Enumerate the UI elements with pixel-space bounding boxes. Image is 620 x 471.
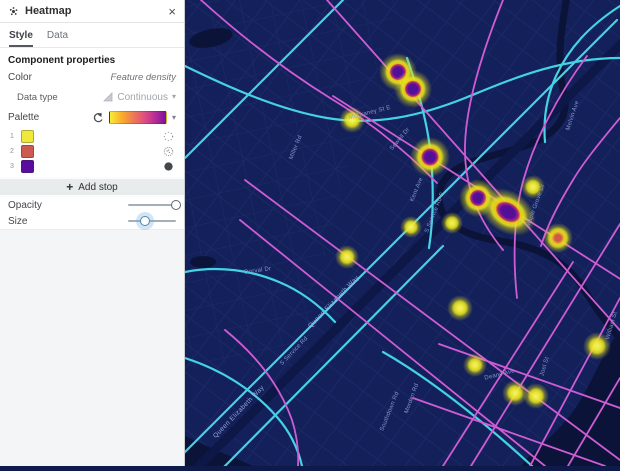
data-type-value: Continuous [117, 91, 168, 103]
close-icon[interactable]: × [168, 5, 176, 18]
heat-point-yellow [463, 353, 487, 377]
size-slider[interactable] [128, 214, 176, 228]
palette-label: Palette [8, 112, 40, 123]
panel-empty-area [0, 229, 184, 466]
plus-icon: + [66, 180, 74, 194]
heatmap-panel: Heatmap × Style Data Component propertie… [0, 0, 185, 466]
heat-point-yellow [335, 245, 359, 269]
stop-index: 2 [10, 148, 14, 155]
palette-stop-row: 3 [0, 159, 184, 174]
opacity-label: Opacity [8, 199, 42, 211]
opacity-row: Opacity [0, 197, 184, 213]
stop-color-swatch[interactable] [21, 130, 34, 143]
color-value[interactable]: Feature density [111, 72, 176, 83]
map-canvas[interactable]: McCraney St E Miller Rd Sewell Dr Kent Ave S… [0, 0, 620, 471]
map-svg: McCraney St EMiller Rd Sewell DrKent AveS… [0, 0, 620, 471]
reverse-palette-icon[interactable] [92, 112, 104, 124]
continuous-icon [103, 92, 113, 102]
opacity-slider-track[interactable] [128, 204, 176, 206]
add-stop-label: Add stop [78, 181, 118, 193]
section-title: Component properties [0, 48, 184, 69]
palette-chevron-down-icon[interactable]: ▾ [172, 113, 176, 122]
heat-point-yellow [400, 216, 422, 238]
panel-header: Heatmap × [0, 0, 184, 23]
palette-stop-list: 1 2 3 [0, 127, 184, 177]
data-type-select[interactable]: Continuous ▾ [103, 92, 176, 103]
size-row: Size [0, 213, 184, 229]
heat-point-purple [394, 70, 432, 108]
tab-data[interactable]: Data [47, 30, 68, 47]
pond [190, 256, 216, 268]
stop-density-icon[interactable] [163, 131, 174, 142]
chevron-down-icon: ▾ [171, 92, 176, 101]
heat-point-purple [410, 137, 450, 177]
tab-style[interactable]: Style [9, 30, 33, 47]
palette-stop-row: 1 [0, 129, 184, 144]
stop-index: 3 [10, 163, 14, 170]
data-type-label: Data type [17, 91, 58, 103]
stop-density-icon[interactable] [163, 161, 174, 172]
stop-density-icon[interactable] [163, 146, 174, 157]
add-stop-button[interactable]: + Add stop [0, 179, 184, 195]
heat-point-yellow [441, 212, 463, 234]
palette-stop-row: 2 [0, 144, 184, 159]
palette-gradient[interactable] [108, 111, 167, 124]
heat-point-yellow [523, 383, 549, 409]
heat-point-red [543, 223, 573, 253]
opacity-slider-handle[interactable] [171, 200, 181, 210]
stop-index: 1 [10, 133, 14, 140]
color-row: Color Feature density [0, 69, 184, 86]
panel-title: Heatmap [25, 5, 72, 17]
stop-color-swatch[interactable] [21, 160, 34, 173]
size-slider-handle[interactable] [140, 216, 151, 226]
size-label: Size [8, 215, 28, 227]
heatmap-icon [9, 6, 18, 15]
stop-color-swatch[interactable] [21, 145, 34, 158]
tab-bar: Style Data [0, 23, 184, 48]
data-type-row: Data type Continuous ▾ [0, 86, 184, 108]
palette-row: Palette ▾ [0, 108, 184, 127]
app-window: Heatmap × Style Data Component propertie… [0, 0, 620, 471]
opacity-slider[interactable] [128, 198, 181, 212]
color-label: Color [8, 72, 32, 83]
size-slider-track[interactable] [128, 220, 176, 222]
heat-point-yellow [447, 295, 473, 321]
